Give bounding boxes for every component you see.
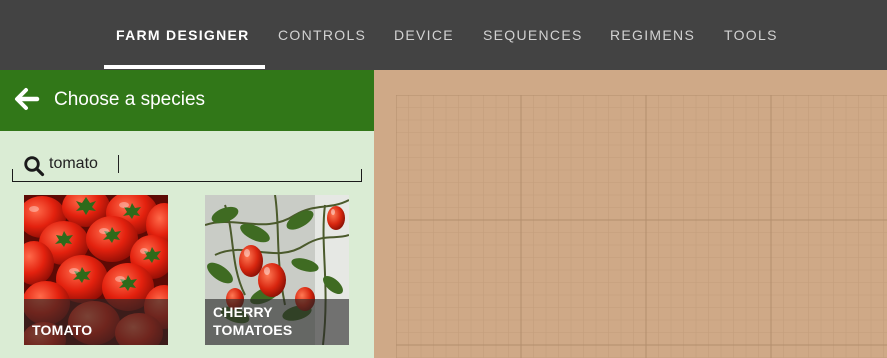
nav-farm-designer[interactable]: FARM DESIGNER: [116, 0, 250, 70]
species-name-line-1: CHERRY: [213, 304, 273, 320]
garden-grid: [396, 95, 887, 358]
panel-header: Choose a species: [0, 70, 374, 131]
species-panel: Choose a species tomato TOMATO CHERRY TO…: [0, 70, 374, 358]
search-icon: [24, 156, 45, 177]
garden-map[interactable]: [374, 70, 887, 358]
species-name: TOMATO: [32, 322, 93, 338]
nav-tools[interactable]: TOOLS: [724, 0, 778, 70]
top-nav: FARM DESIGNER CONTROLS DEVICE SEQUENCES …: [0, 0, 887, 70]
species-name-line-2: TOMATOES: [213, 322, 293, 338]
text-cursor: [118, 155, 119, 173]
search-field[interactable]: [12, 150, 362, 182]
nav-device[interactable]: DEVICE: [394, 0, 454, 70]
nav-sequences[interactable]: SEQUENCES: [483, 0, 583, 70]
search-input[interactable]: [49, 152, 349, 176]
species-card-label: TOMATO: [24, 299, 168, 345]
back-button[interactable]: [14, 86, 40, 112]
arrow-left-icon: [15, 88, 40, 110]
nav-controls[interactable]: CONTROLS: [278, 0, 366, 70]
panel-title: Choose a species: [54, 89, 206, 110]
species-name: CHERRY TOMATOES: [213, 303, 292, 339]
nav-regimens[interactable]: REGIMENS: [610, 0, 695, 70]
species-card-cherry-tomatoes[interactable]: CHERRY TOMATOES: [205, 195, 349, 345]
active-tab-indicator: [104, 65, 265, 69]
species-card-tomato[interactable]: TOMATO: [24, 195, 168, 345]
species-card-label: CHERRY TOMATOES: [205, 299, 349, 345]
